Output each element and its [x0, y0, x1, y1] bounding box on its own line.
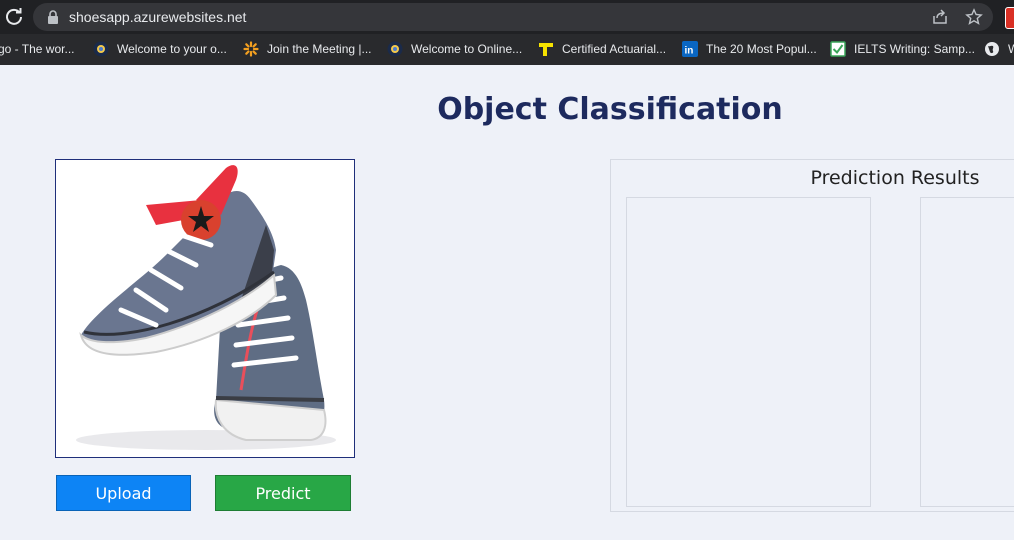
bookmark-label: Join the Meeting |... — [267, 42, 372, 56]
globe-icon — [985, 42, 999, 56]
lock-icon[interactable] — [47, 10, 59, 24]
page-title: Object Classification — [437, 92, 783, 127]
address-bar[interactable]: shoesapp.azurewebsites.net — [33, 3, 993, 31]
extension-icon[interactable] — [1005, 7, 1014, 29]
bookmark-item[interactable]: Join the Meeting |... — [243, 40, 372, 58]
bookmark-label: The 20 Most Popul... — [706, 42, 817, 56]
bookmark-label: Welcome to your o... — [117, 42, 227, 56]
result-box — [626, 197, 871, 507]
sneakers-image — [56, 160, 354, 457]
bookmark-item[interactable]: IELTS Writing: Samp... — [830, 40, 975, 58]
bookmark-item[interactable]: in The 20 Most Popul... — [682, 40, 817, 58]
bookmark-item[interactable]: Certified Actuarial... — [538, 40, 666, 58]
bookmark-item[interactable]: Welcome to Online... — [387, 40, 522, 58]
bookmark-label: W — [1008, 42, 1014, 56]
uploaded-image-preview — [55, 159, 355, 458]
flag-icon — [539, 43, 553, 56]
bookmark-label: IELTS Writing: Samp... — [854, 42, 975, 56]
prediction-results-title: Prediction Results — [810, 167, 980, 189]
bookmark-label: Welcome to Online... — [411, 42, 523, 56]
bookmark-star-icon[interactable] — [965, 8, 983, 26]
bookmark-label: Certified Actuarial... — [562, 42, 667, 56]
result-box — [920, 197, 1014, 507]
bookmark-item[interactable]: W — [984, 40, 1014, 58]
reload-icon[interactable] — [4, 6, 24, 26]
chrome-icon — [387, 41, 403, 57]
linkedin-icon: in — [682, 41, 698, 57]
sparkle-icon — [243, 41, 259, 57]
predict-button[interactable]: Predict — [215, 475, 351, 511]
chrome-icon — [93, 41, 109, 57]
bookmark-item[interactable]: Welcome to your o... — [93, 40, 227, 58]
check-icon — [830, 41, 846, 57]
browser-toolbar: shoesapp.azurewebsites.net — [0, 0, 1014, 34]
bookmark-item[interactable]: go - The wor... — [0, 40, 74, 58]
upload-button[interactable]: Upload — [56, 475, 191, 511]
bookmark-label: go - The wor... — [0, 42, 75, 56]
url-text[interactable]: shoesapp.azurewebsites.net — [69, 9, 246, 25]
bookmarks-bar: go - The wor... Welcome to your o... Joi… — [0, 34, 1014, 65]
svg-text:in: in — [685, 46, 694, 57]
share-icon[interactable] — [931, 8, 949, 26]
